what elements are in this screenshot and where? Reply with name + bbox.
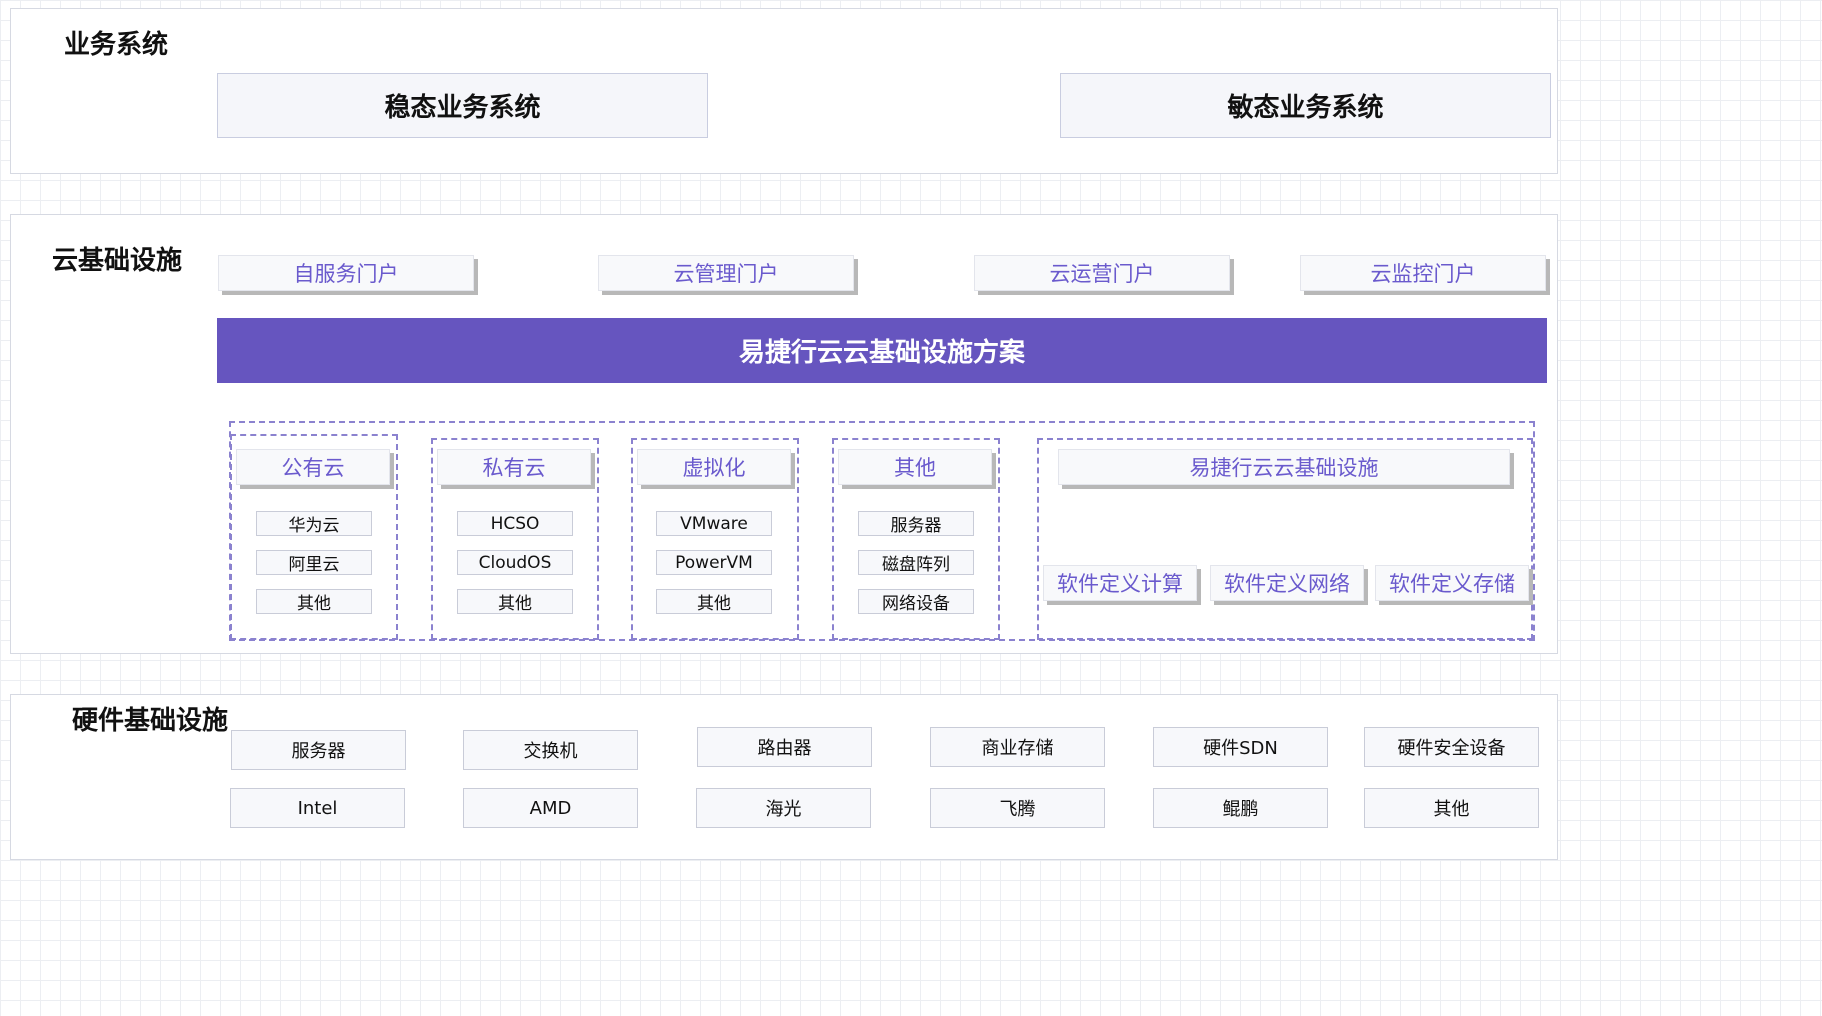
item-disk-array[interactable]: 磁盘阵列 <box>858 550 974 575</box>
item-aliyun[interactable]: 阿里云 <box>256 550 372 575</box>
stable-business-system[interactable]: 稳态业务系统 <box>217 73 708 138</box>
hw-intel[interactable]: Intel <box>230 788 405 828</box>
hardware-panel <box>10 694 1558 860</box>
cloud-section-title: 云基础设施 <box>52 246 183 276</box>
agile-business-system[interactable]: 敏态业务系统 <box>1060 73 1551 138</box>
item-cloudos[interactable]: CloudOS <box>457 550 573 575</box>
group-header-virtualization[interactable]: 虚拟化 <box>637 449 791 485</box>
hw-kunpeng[interactable]: 鲲鹏 <box>1153 788 1328 828</box>
item-private-other[interactable]: 其他 <box>457 589 573 614</box>
item-virtualization-other[interactable]: 其他 <box>656 589 772 614</box>
hw-hygon[interactable]: 海光 <box>696 788 871 828</box>
hw-commercial-storage[interactable]: 商业存储 <box>930 727 1105 767</box>
hw-server[interactable]: 服务器 <box>231 730 406 770</box>
hw-sdn[interactable]: 硬件SDN <box>1153 727 1328 767</box>
hw-switch[interactable]: 交换机 <box>463 730 638 770</box>
hardware-section-title: 硬件基础设施 <box>72 706 229 736</box>
item-powervm[interactable]: PowerVM <box>656 550 772 575</box>
cloud-management-portal[interactable]: 云管理门户 <box>598 255 854 291</box>
cloud-operations-portal[interactable]: 云运营门户 <box>974 255 1230 291</box>
software-defined-storage[interactable]: 软件定义存储 <box>1375 565 1529 601</box>
group-header-other[interactable]: 其他 <box>838 449 992 485</box>
item-hcso[interactable]: HCSO <box>457 511 573 536</box>
solution-banner: 易捷行云云基础设施方案 <box>217 318 1547 383</box>
item-public-other[interactable]: 其他 <box>256 589 372 614</box>
hw-security-device[interactable]: 硬件安全设备 <box>1364 727 1539 767</box>
hw-amd[interactable]: AMD <box>463 788 638 828</box>
cloud-monitoring-portal[interactable]: 云监控门户 <box>1300 255 1546 291</box>
hw-router[interactable]: 路由器 <box>697 727 872 767</box>
software-defined-network[interactable]: 软件定义网络 <box>1210 565 1364 601</box>
hw-other[interactable]: 其他 <box>1364 788 1539 828</box>
hw-phytium[interactable]: 飞腾 <box>930 788 1105 828</box>
item-server[interactable]: 服务器 <box>858 511 974 536</box>
business-section-title: 业务系统 <box>64 30 169 60</box>
item-vmware[interactable]: VMware <box>656 511 772 536</box>
group-header-public-cloud[interactable]: 公有云 <box>236 449 390 485</box>
self-service-portal[interactable]: 自服务门户 <box>218 255 474 291</box>
group-header-infrastructure[interactable]: 易捷行云云基础设施 <box>1058 449 1510 485</box>
item-huawei-cloud[interactable]: 华为云 <box>256 511 372 536</box>
group-header-private-cloud[interactable]: 私有云 <box>437 449 591 485</box>
software-defined-compute[interactable]: 软件定义计算 <box>1043 565 1197 601</box>
item-network-device[interactable]: 网络设备 <box>858 589 974 614</box>
